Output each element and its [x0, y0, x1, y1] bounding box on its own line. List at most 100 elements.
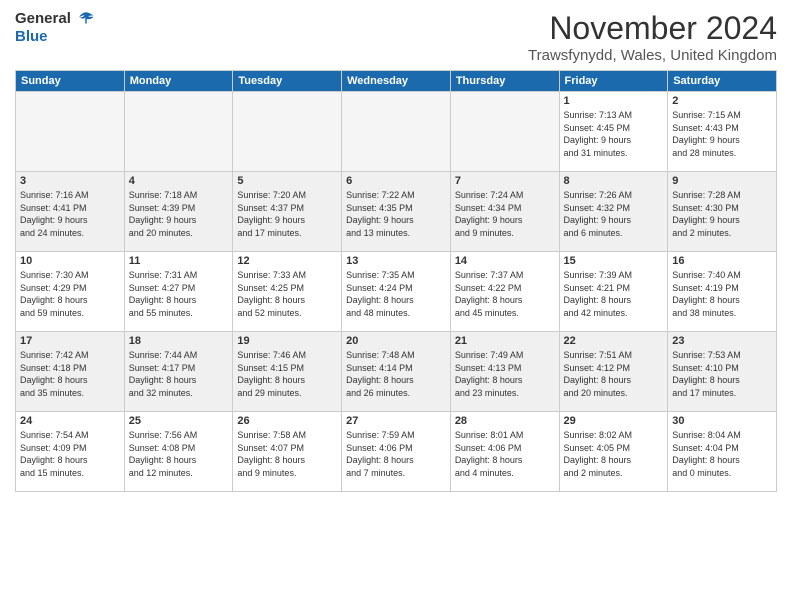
- day-number: 13: [346, 255, 446, 267]
- calendar-cell: 13 Sunrise: 7:35 AM Sunset: 4:24 PM Dayli…: [342, 252, 451, 332]
- day-number: 4: [129, 175, 229, 187]
- title-block: November 2024 Trawsfynydd, Wales, United…: [528, 10, 777, 64]
- day-info: Sunrise: 7:28 AM Sunset: 4:30 PM Dayligh…: [672, 189, 772, 239]
- col-wednesday: Wednesday: [342, 71, 451, 92]
- page-header: General Blue November 2024 Trawsfynydd, …: [15, 10, 777, 64]
- day-number: 23: [672, 335, 772, 347]
- col-sunday: Sunday: [16, 71, 125, 92]
- day-info: Sunrise: 7:37 AM Sunset: 4:22 PM Dayligh…: [455, 269, 555, 319]
- calendar-cell: 8Sunrise: 7:26 AM Sunset: 4:32 PM Daylig…: [559, 172, 668, 252]
- calendar-cell: 2 Sunrise: 7:15 AM Sunset: 4:43 PM Daylig…: [668, 92, 777, 172]
- day-number: 24: [20, 415, 120, 427]
- calendar-cell: [342, 92, 451, 172]
- calendar-cell: 7 Sunrise: 7:24 AM Sunset: 4:34 PM Daylig…: [450, 172, 559, 252]
- day-number: 25: [129, 415, 229, 427]
- day-number: 26: [237, 415, 337, 427]
- day-info: Sunrise: 7:13 AM Sunset: 4:45 PM Dayligh…: [564, 109, 664, 159]
- day-number: 5: [237, 175, 337, 187]
- day-number: 28: [455, 415, 555, 427]
- day-info: Sunrise: 7:15 AM Sunset: 4:43 PM Dayligh…: [672, 109, 772, 159]
- calendar-cell: 26 Sunrise: 7:58 AM Sunset: 4:07 PM Dayli…: [233, 412, 342, 492]
- day-number: 20: [346, 335, 446, 347]
- day-info: Sunrise: 7:39 AM Sunset: 4:21 PM Dayligh…: [564, 269, 664, 319]
- calendar-cell: 30 Sunrise: 8:04 AM Sunset: 4:04 PM Dayli…: [668, 412, 777, 492]
- logo: General Blue: [15, 10, 95, 45]
- day-number: 16: [672, 255, 772, 267]
- day-number: 12: [237, 255, 337, 267]
- calendar-cell: 20 Sunrise: 7:48 AM Sunset: 4:14 PM Dayli…: [342, 332, 451, 412]
- day-number: 7: [455, 175, 555, 187]
- day-info: Sunrise: 7:42 AM Sunset: 4:18 PM Dayligh…: [20, 349, 120, 399]
- calendar-cell: 1 Sunrise: 7:13 AM Sunset: 4:45 PM Daylig…: [559, 92, 668, 172]
- day-info: Sunrise: 7:51 AM Sunset: 4:12 PM Dayligh…: [564, 349, 664, 399]
- calendar-cell: [16, 92, 125, 172]
- day-info: Sunrise: 7:56 AM Sunset: 4:08 PM Dayligh…: [129, 429, 229, 479]
- day-info: Sunrise: 7:18 AM Sunset: 4:39 PM Dayligh…: [129, 189, 229, 239]
- calendar-cell: 6Sunrise: 7:22 AM Sunset: 4:35 PM Daylig…: [342, 172, 451, 252]
- calendar-cell: 11 Sunrise: 7:31 AM Sunset: 4:27 PM Dayli…: [124, 252, 233, 332]
- logo-text: General Blue: [15, 10, 95, 45]
- calendar-cell: 24 Sunrise: 7:54 AM Sunset: 4:09 PM Dayli…: [16, 412, 125, 492]
- calendar-cell: 14Sunrise: 7:37 AM Sunset: 4:22 PM Dayli…: [450, 252, 559, 332]
- calendar-cell: 29 Sunrise: 8:02 AM Sunset: 4:05 PM Dayli…: [559, 412, 668, 492]
- day-number: 18: [129, 335, 229, 347]
- col-tuesday: Tuesday: [233, 71, 342, 92]
- day-info: Sunrise: 7:20 AM Sunset: 4:37 PM Dayligh…: [237, 189, 337, 239]
- day-number: 17: [20, 335, 120, 347]
- day-number: 29: [564, 415, 664, 427]
- calendar-cell: 15 Sunrise: 7:39 AM Sunset: 4:21 PM Dayli…: [559, 252, 668, 332]
- col-saturday: Saturday: [668, 71, 777, 92]
- day-number: 27: [346, 415, 446, 427]
- calendar-cell: 25 Sunrise: 7:56 AM Sunset: 4:08 PM Dayli…: [124, 412, 233, 492]
- calendar-cell: [450, 92, 559, 172]
- day-number: 6: [346, 175, 446, 187]
- day-info: Sunrise: 7:33 AM Sunset: 4:25 PM Dayligh…: [237, 269, 337, 319]
- calendar-cell: [124, 92, 233, 172]
- calendar-cell: 22Sunrise: 7:51 AM Sunset: 4:12 PM Dayli…: [559, 332, 668, 412]
- day-number: 1: [564, 95, 664, 107]
- day-info: Sunrise: 7:30 AM Sunset: 4:29 PM Dayligh…: [20, 269, 120, 319]
- day-info: Sunrise: 8:01 AM Sunset: 4:06 PM Dayligh…: [455, 429, 555, 479]
- day-info: Sunrise: 7:31 AM Sunset: 4:27 PM Dayligh…: [129, 269, 229, 319]
- calendar-cell: 4 Sunrise: 7:18 AM Sunset: 4:39 PM Daylig…: [124, 172, 233, 252]
- day-info: Sunrise: 7:53 AM Sunset: 4:10 PM Dayligh…: [672, 349, 772, 399]
- day-info: Sunrise: 7:16 AM Sunset: 4:41 PM Dayligh…: [20, 189, 120, 239]
- weekday-header-row: Sunday Monday Tuesday Wednesday Thursday…: [16, 71, 777, 92]
- day-number: 15: [564, 255, 664, 267]
- day-info: Sunrise: 7:58 AM Sunset: 4:07 PM Dayligh…: [237, 429, 337, 479]
- day-info: Sunrise: 7:49 AM Sunset: 4:13 PM Dayligh…: [455, 349, 555, 399]
- week-row-5: 24 Sunrise: 7:54 AM Sunset: 4:09 PM Dayli…: [16, 412, 777, 492]
- day-number: 30: [672, 415, 772, 427]
- day-info: Sunrise: 7:40 AM Sunset: 4:19 PM Dayligh…: [672, 269, 772, 319]
- col-thursday: Thursday: [450, 71, 559, 92]
- day-number: 19: [237, 335, 337, 347]
- calendar-cell: 19Sunrise: 7:46 AM Sunset: 4:15 PM Dayli…: [233, 332, 342, 412]
- calendar-cell: 3Sunrise: 7:16 AM Sunset: 4:41 PM Daylig…: [16, 172, 125, 252]
- calendar-cell: 17 Sunrise: 7:42 AM Sunset: 4:18 PM Dayli…: [16, 332, 125, 412]
- week-row-4: 17 Sunrise: 7:42 AM Sunset: 4:18 PM Dayli…: [16, 332, 777, 412]
- calendar-cell: 9Sunrise: 7:28 AM Sunset: 4:30 PM Daylig…: [668, 172, 777, 252]
- day-info: Sunrise: 7:48 AM Sunset: 4:14 PM Dayligh…: [346, 349, 446, 399]
- calendar-cell: 28 Sunrise: 8:01 AM Sunset: 4:06 PM Dayli…: [450, 412, 559, 492]
- location-text: Trawsfynydd, Wales, United Kingdom: [528, 47, 777, 64]
- col-monday: Monday: [124, 71, 233, 92]
- calendar-table: Sunday Monday Tuesday Wednesday Thursday…: [15, 70, 777, 492]
- day-number: 8: [564, 175, 664, 187]
- day-info: Sunrise: 7:24 AM Sunset: 4:34 PM Dayligh…: [455, 189, 555, 239]
- day-info: Sunrise: 7:44 AM Sunset: 4:17 PM Dayligh…: [129, 349, 229, 399]
- page: General Blue November 2024 Trawsfynydd, …: [0, 0, 792, 612]
- calendar-cell: [233, 92, 342, 172]
- week-row-2: 3Sunrise: 7:16 AM Sunset: 4:41 PM Daylig…: [16, 172, 777, 252]
- day-info: Sunrise: 8:04 AM Sunset: 4:04 PM Dayligh…: [672, 429, 772, 479]
- week-row-1: 1 Sunrise: 7:13 AM Sunset: 4:45 PM Daylig…: [16, 92, 777, 172]
- day-number: 2: [672, 95, 772, 107]
- day-info: Sunrise: 7:54 AM Sunset: 4:09 PM Dayligh…: [20, 429, 120, 479]
- month-title: November 2024: [528, 10, 777, 47]
- logo-bird-icon: [77, 10, 95, 28]
- day-info: Sunrise: 8:02 AM Sunset: 4:05 PM Dayligh…: [564, 429, 664, 479]
- calendar-cell: 27Sunrise: 7:59 AM Sunset: 4:06 PM Dayli…: [342, 412, 451, 492]
- logo-general: General: [15, 10, 71, 27]
- day-number: 11: [129, 255, 229, 267]
- day-info: Sunrise: 7:35 AM Sunset: 4:24 PM Dayligh…: [346, 269, 446, 319]
- calendar-cell: 18 Sunrise: 7:44 AM Sunset: 4:17 PM Dayli…: [124, 332, 233, 412]
